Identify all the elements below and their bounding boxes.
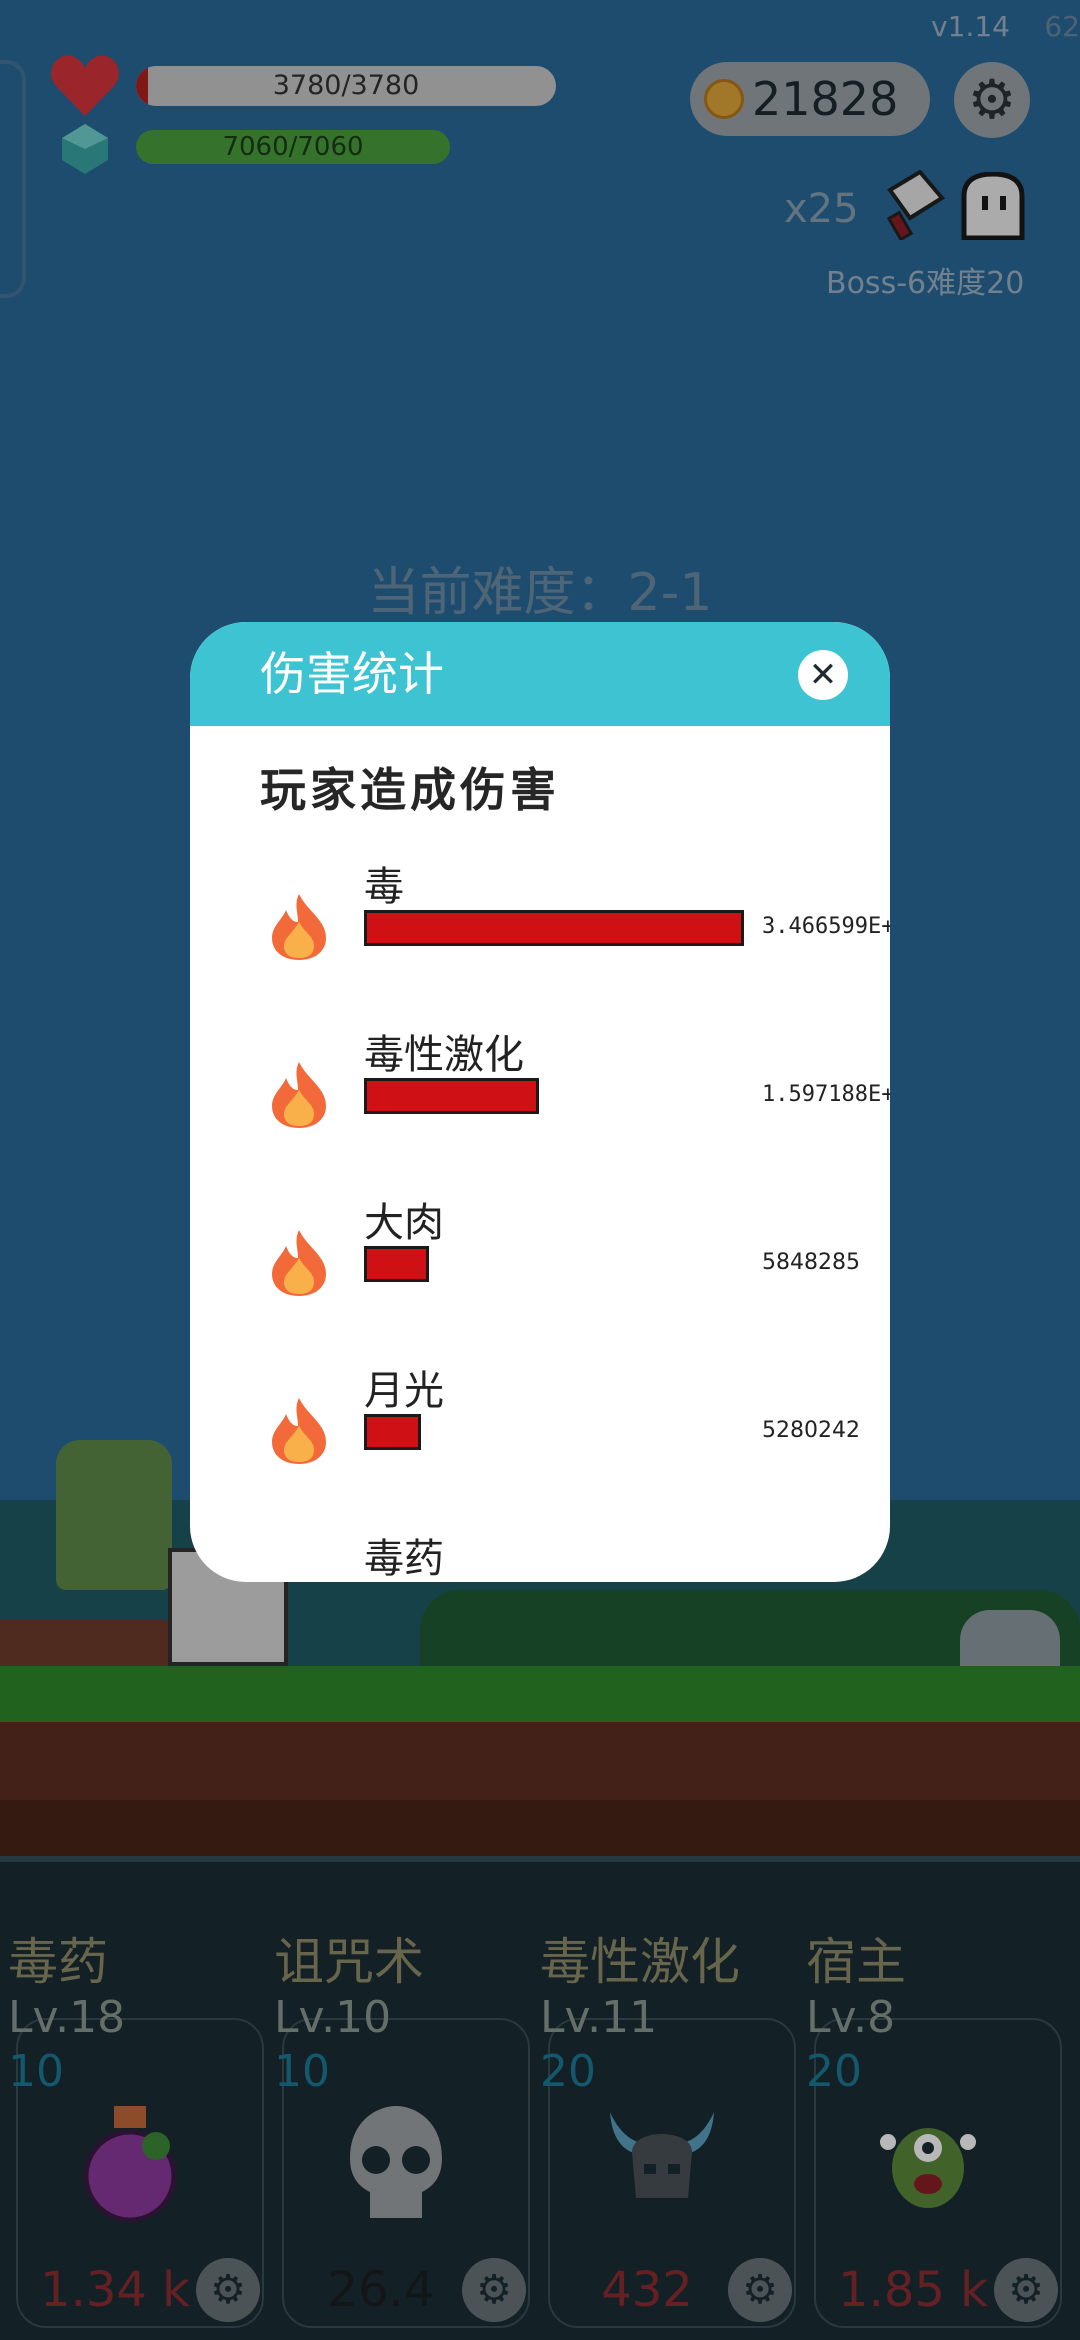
damage-value: 5848285 [762, 1250, 860, 1275]
damage-row: 毒性激化 1.597188E+ [190, 1022, 890, 1190]
flame-icon [272, 1230, 326, 1296]
damage-value: 3.466599E+ [762, 914, 890, 939]
damage-section-title: 玩家造成伤害 [260, 763, 560, 817]
damage-bar [364, 1078, 539, 1114]
damage-source-name: 毒药 [364, 1536, 444, 1582]
damage-source-name: 大肉 [364, 1200, 444, 1246]
close-button[interactable]: ✕ [798, 650, 848, 700]
damage-bar [364, 1246, 429, 1282]
flame-icon [272, 1062, 326, 1128]
dialog-title: 伤害统计 [260, 647, 444, 701]
damage-row: 毒 3.466599E+ [190, 854, 890, 1022]
damage-bar [364, 910, 744, 946]
dialog-header: 伤害统计 ✕ [190, 622, 890, 726]
damage-value: 5280242 [762, 1418, 860, 1443]
flame-icon [272, 894, 326, 960]
damage-list[interactable]: 毒 3.466599E+ 毒性激化 1.597188E+ 大肉 5848285 [190, 854, 890, 1582]
damage-source-name: 毒 [364, 864, 404, 910]
damage-value: 1.597188E+ [762, 1082, 890, 1107]
damage-row: 月光 5280242 [190, 1358, 890, 1526]
damage-bar [364, 1414, 421, 1450]
damage-row: 大肉 5848285 [190, 1190, 890, 1358]
damage-row: 毒药 [190, 1526, 890, 1582]
damage-source-name: 月光 [364, 1368, 444, 1414]
close-icon: ✕ [808, 655, 838, 695]
damage-source-name: 毒性激化 [364, 1032, 524, 1078]
flame-icon [272, 1398, 326, 1464]
damage-stats-dialog: 伤害统计 ✕ 玩家造成伤害 毒 3.466599E+ 毒性激化 1.597188… [190, 622, 890, 1582]
